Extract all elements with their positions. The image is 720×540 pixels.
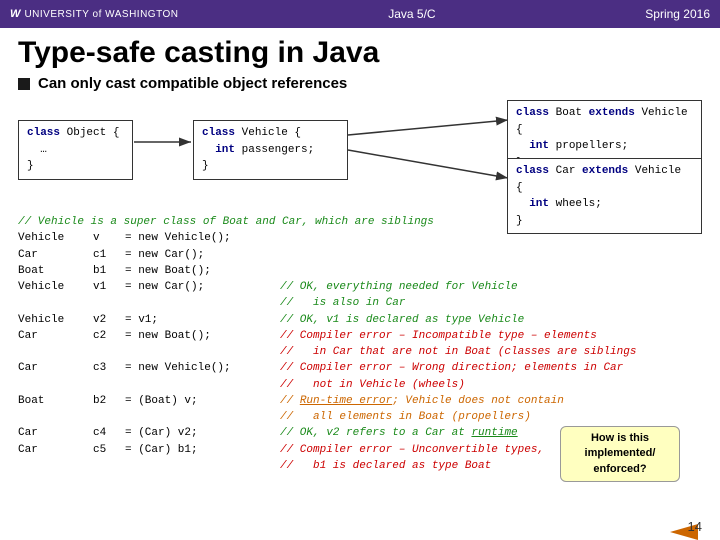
bullet-text: Can only cast compatible object referenc… (38, 75, 347, 92)
bullet-icon (18, 78, 30, 90)
code-line-v1-comment: // is also in Car (18, 295, 702, 311)
header-course: Java 5/C (388, 7, 435, 21)
slide-number: 14 (688, 519, 702, 534)
bullet-section: Can only cast compatible object referenc… (0, 73, 720, 96)
callout-bubble: How is this implemented/ enforced? (560, 426, 680, 482)
code-line-c2-comment: // in Car that are not in Boat (classes … (18, 344, 702, 360)
code-box-vehicle: class Vehicle { int passengers; } (193, 120, 348, 180)
header-semester: Spring 2016 (645, 7, 710, 21)
code-line-b2-comment: // all elements in Boat (propellers) (18, 409, 702, 425)
code-line-b2: Boat b2 = (Boat) v; // Run-time error; V… (18, 393, 702, 409)
bullet-row: Can only cast compatible object referenc… (18, 75, 702, 92)
header-left: W UNIVERSITY of WASHINGTON (10, 8, 179, 20)
header-bar: W UNIVERSITY of WASHINGTON Java 5/C Spri… (0, 0, 720, 28)
code-line-c3: Car c3 = new Vehicle(); // Compiler erro… (18, 360, 702, 376)
callout-text: How is this implemented/ enforced? (585, 432, 656, 475)
code-line-c3-comment: // not in Vehicle (wheels) (18, 377, 702, 393)
page-title-section: Type-safe casting in Java (0, 28, 720, 73)
code-line-c2: Car c2 = new Boat(); // Compiler error –… (18, 328, 702, 344)
code-line-v1: Vehicle v1 = new Car(); // OK, everythin… (18, 279, 702, 295)
code-box-object: class Object { … } (18, 120, 133, 180)
code-line-c1: Car c1 = new Car(); (18, 247, 702, 263)
uw-logo: W UNIVERSITY of WASHINGTON (10, 8, 179, 20)
page-title: Type-safe casting in Java (18, 36, 702, 69)
code-line-b1: Boat b1 = new Boat(); (18, 263, 702, 279)
code-line-v2: Vehicle v2 = v1; // OK, v1 is declared a… (18, 312, 702, 328)
code-box-car: class Car extends Vehicle { int wheels; … (507, 158, 702, 234)
diagram-area: class Object { … } class Vehicle { int p… (18, 100, 702, 208)
